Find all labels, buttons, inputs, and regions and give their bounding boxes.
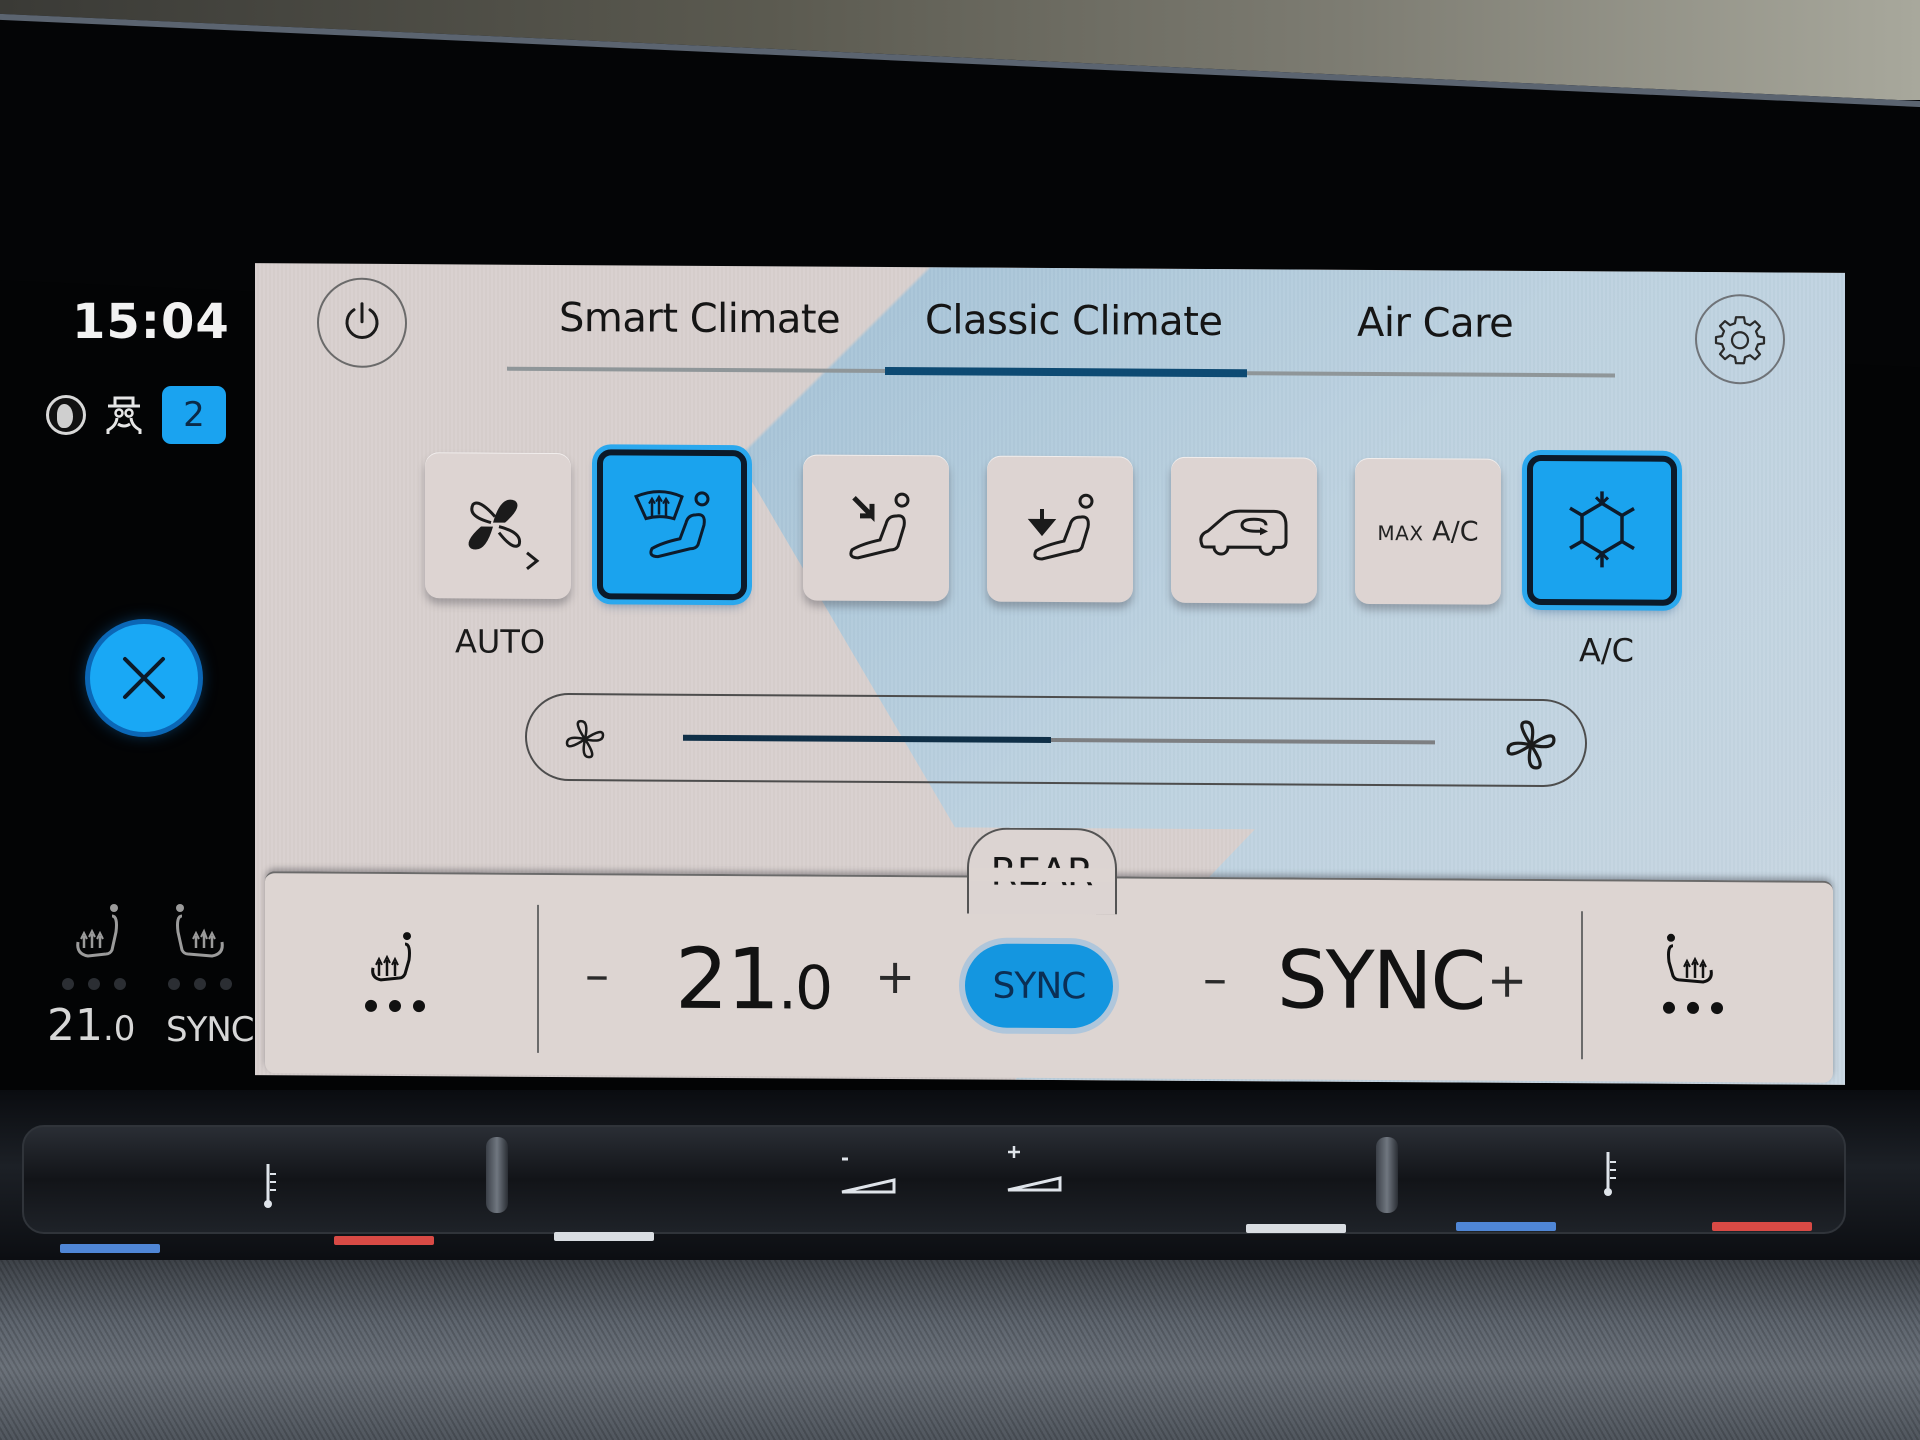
touch-ridge-right	[1376, 1137, 1398, 1213]
max-ac-label: MAX A/C	[1377, 515, 1479, 548]
driver-temp-minus-button[interactable]: –	[585, 947, 609, 1003]
airflow-upper-body-icon	[849, 492, 910, 560]
strip-red-left	[334, 1236, 434, 1245]
fan-auto-icon	[468, 499, 540, 570]
passenger-temp-value[interactable]: SYNC	[1277, 933, 1484, 1027]
passenger-seat-heat-level	[1663, 1001, 1723, 1015]
driver-seat-heat-level	[62, 978, 126, 990]
mode-recirculation-button[interactable]	[1171, 456, 1317, 604]
trim-shadow	[0, 1260, 1920, 1440]
airflow-footwell-icon	[1027, 493, 1094, 561]
tab-classic-climate[interactable]: Classic Climate	[925, 297, 1222, 345]
tab-smart-climate[interactable]: Smart Climate	[559, 295, 840, 343]
mode-ac-button[interactable]	[1527, 454, 1677, 606]
driver-temp-plus-button[interactable]: +	[875, 949, 915, 1005]
strip-white-left	[554, 1232, 654, 1241]
seat-heating-passenger-icon[interactable]	[172, 902, 228, 966]
mode-auto-label: AUTO	[455, 622, 546, 661]
fan-low-icon[interactable]	[563, 717, 607, 761]
passenger-temp-minus-button[interactable]: –	[1203, 951, 1227, 1007]
globe-icon	[46, 395, 86, 435]
close-icon	[123, 657, 165, 699]
fan-level-fill	[683, 734, 1052, 744]
divider	[1581, 911, 1583, 1060]
mini-passenger-temp[interactable]: SYNC	[166, 1010, 255, 1050]
tab-air-care[interactable]: Air Care	[1357, 300, 1513, 347]
driver-temp-decimal: .0	[777, 953, 832, 1024]
close-button[interactable]	[90, 624, 198, 732]
climate-tabs: Smart Climate Classic Climate Air Care	[507, 295, 1615, 384]
temperature-left-icon[interactable]	[258, 1162, 282, 1210]
fan-track[interactable]	[683, 734, 1435, 745]
max-ac-label-small: MAX	[1377, 520, 1424, 545]
power-button[interactable]	[317, 277, 407, 369]
driver-temp-value[interactable]: 21.0	[675, 930, 831, 1029]
volume-plus-icon[interactable]	[1004, 1144, 1064, 1196]
volume-minus-icon[interactable]	[838, 1152, 898, 1196]
mini-driver-temp-main: 21	[47, 1000, 103, 1051]
sync-button[interactable]: SYNC	[965, 943, 1113, 1029]
fan-speed-slider[interactable]	[525, 692, 1587, 788]
rear-tab-join	[969, 867, 1115, 883]
seat-heating-passenger-icon[interactable]	[1659, 932, 1719, 992]
passenger-temp-plus-button[interactable]: +	[1487, 953, 1527, 1009]
mode-defrost-button[interactable]	[597, 449, 747, 601]
profile-badge[interactable]: 2	[162, 386, 226, 444]
touch-slider-bar[interactable]	[22, 1125, 1846, 1234]
mini-driver-temp[interactable]: 21.0	[47, 1000, 135, 1051]
privacy-spy-icon	[106, 396, 142, 434]
seat-heating-driver-icon[interactable]	[72, 902, 128, 966]
climate-screen: Smart Climate Classic Climate Air Care A…	[255, 263, 1845, 1085]
temperature-right-icon[interactable]	[1598, 1150, 1622, 1198]
snowflake-icon	[1569, 491, 1635, 568]
windshield-defrost-person-icon	[633, 490, 710, 559]
touch-ridge-left	[486, 1137, 508, 1213]
driver-temp-main: 21	[675, 929, 778, 1029]
clock: 15:04	[72, 294, 230, 350]
gear-icon	[1714, 316, 1766, 365]
strip-blue-right	[1456, 1222, 1556, 1231]
strip-blue-left	[60, 1244, 160, 1253]
mode-airflow-footwell-button[interactable]	[987, 455, 1133, 603]
strip-white-right	[1246, 1224, 1346, 1233]
max-ac-label-main: A/C	[1432, 515, 1479, 548]
passenger-seat-heat-level	[168, 978, 232, 990]
fan-high-icon[interactable]	[1503, 717, 1559, 773]
seat-heating-driver-icon[interactable]	[365, 930, 425, 990]
mode-ac-label: A/C	[1579, 631, 1635, 670]
mini-driver-temp-decimal: .0	[103, 1009, 136, 1049]
power-icon	[345, 302, 379, 339]
mode-auto-button[interactable]	[425, 452, 571, 600]
mode-max-ac-button[interactable]: MAX A/C	[1355, 457, 1501, 605]
tab-active-indicator	[885, 366, 1247, 378]
divider	[537, 904, 539, 1053]
mode-airflow-upper-button[interactable]	[803, 454, 949, 602]
driver-seat-heat-level	[365, 999, 425, 1013]
status-icons: 2	[46, 386, 226, 444]
air-recirculation-car-icon	[1199, 509, 1288, 556]
settings-button[interactable]	[1695, 293, 1785, 385]
strip-red-right	[1712, 1222, 1812, 1231]
